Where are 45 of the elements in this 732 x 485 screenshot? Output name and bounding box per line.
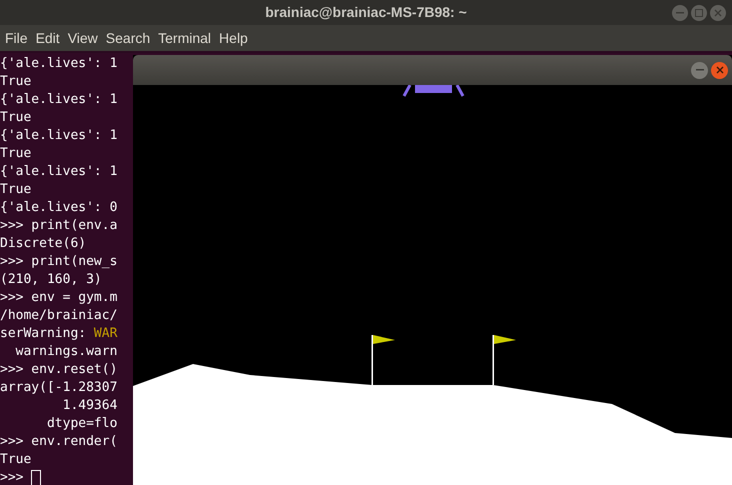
- text-cursor: [31, 470, 42, 485]
- maximize-icon: [695, 8, 703, 16]
- menu-item[interactable]: Search: [102, 28, 154, 48]
- menu-item[interactable]: File: [2, 28, 31, 48]
- minimize-button[interactable]: [691, 62, 708, 78]
- terminal-line: True: [0, 451, 32, 469]
- terminal-line: {'ale.lives': 1: [0, 127, 118, 145]
- terminal-line: array([-1.28307: [0, 379, 118, 397]
- terminal-line: {'ale.lives': 0: [0, 199, 118, 217]
- terminal-line: /home/brainiac/: [0, 307, 118, 325]
- close-button[interactable]: [710, 4, 726, 20]
- minimize-icon: [676, 12, 684, 14]
- lander-drawing: [402, 85, 464, 98]
- close-icon: [714, 8, 722, 16]
- menu-item[interactable]: View: [64, 28, 101, 48]
- terminal-line: >>> print(env.a: [0, 217, 118, 235]
- window-title: brainiac@brainiac-MS-7B98: ~: [265, 3, 467, 22]
- minimize-button[interactable]: [672, 4, 688, 20]
- terminal-line: serWarning: WAR: [0, 325, 118, 343]
- close-button[interactable]: [711, 62, 728, 78]
- maximize-button[interactable]: [691, 4, 707, 20]
- minimize-icon: [696, 69, 704, 71]
- terminal-line: >>> env.render(: [0, 433, 118, 451]
- terminal-line: True: [0, 181, 32, 199]
- terminal-line: Discrete(6): [0, 235, 88, 253]
- terminal-line: {'ale.lives': 1: [0, 91, 118, 109]
- terminal-line: >>> print(new_s: [0, 253, 118, 271]
- menu-item[interactable]: Terminal: [155, 28, 214, 48]
- terminal-line: warnings.warn: [14, 343, 118, 361]
- terminal-line: {'ale.lives': 1: [0, 163, 118, 181]
- flag-drawing: [372, 335, 395, 385]
- terminal-line: 1.49364: [62, 397, 118, 415]
- flag-drawing: [492, 335, 516, 385]
- menu-item[interactable]: Edit: [32, 28, 63, 48]
- terminal-line: True: [0, 73, 32, 91]
- terminal-line: True: [0, 145, 32, 163]
- terminal-line: >>> env.reset(): [0, 361, 118, 379]
- menu-item[interactable]: Help: [216, 28, 251, 48]
- close-icon: [716, 66, 724, 74]
- terminal-line: {'ale.lives': 1: [0, 55, 118, 73]
- terminal-line: (210, 160, 3): [0, 271, 103, 289]
- terminal-prompt: >>>: [0, 469, 24, 485]
- terminal-line: dtype=flo: [46, 415, 118, 433]
- terminal-line: >>> env = gym.m: [0, 289, 118, 307]
- terminal-line: True: [0, 109, 32, 127]
